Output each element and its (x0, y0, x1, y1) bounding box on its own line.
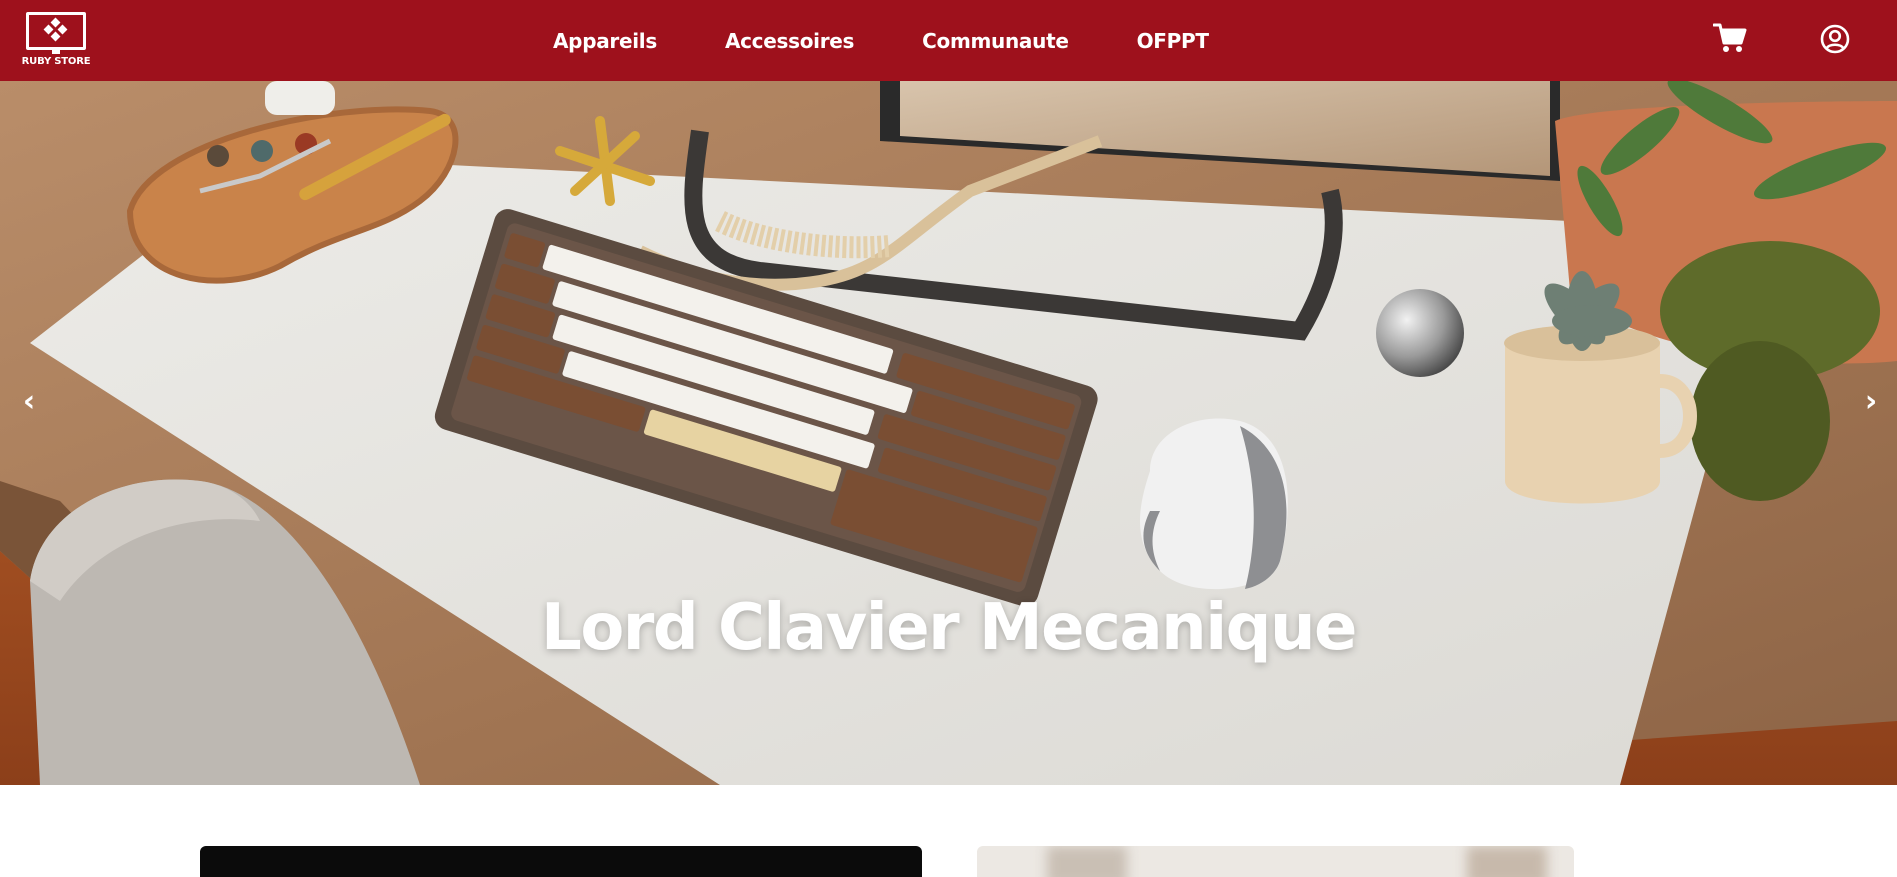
navbar: RUBY STORE Appareils Accessoires Communa… (0, 0, 1897, 81)
nav-link-appareils[interactable]: Appareils (553, 29, 657, 53)
carousel-prev-arrow[interactable]: ‹ (14, 387, 44, 417)
nav-link-accessoires[interactable]: Accessoires (725, 29, 855, 53)
hero-title: Lord Clavier Mecanique (541, 591, 1357, 665)
cart-icon[interactable] (1713, 22, 1747, 54)
nav-link-ofppt[interactable]: OFPPT (1137, 29, 1209, 53)
hero-carousel: Lord Clavier Mecanique ‹ › (0, 81, 1897, 785)
nav-link-communaute[interactable]: Communaute (922, 29, 1069, 53)
hero-image (0, 81, 1897, 785)
product-card-1[interactable] (200, 846, 922, 877)
brand-name: RUBY STORE (21, 56, 91, 67)
product-card-2[interactable] (977, 846, 1574, 877)
carousel-next-arrow[interactable]: › (1856, 387, 1886, 417)
main-nav: Appareils Accessoires Communaute OFPPT (553, 0, 1209, 81)
brand-logo[interactable]: RUBY STORE (21, 12, 91, 70)
user-circle-icon[interactable] (1820, 24, 1850, 54)
